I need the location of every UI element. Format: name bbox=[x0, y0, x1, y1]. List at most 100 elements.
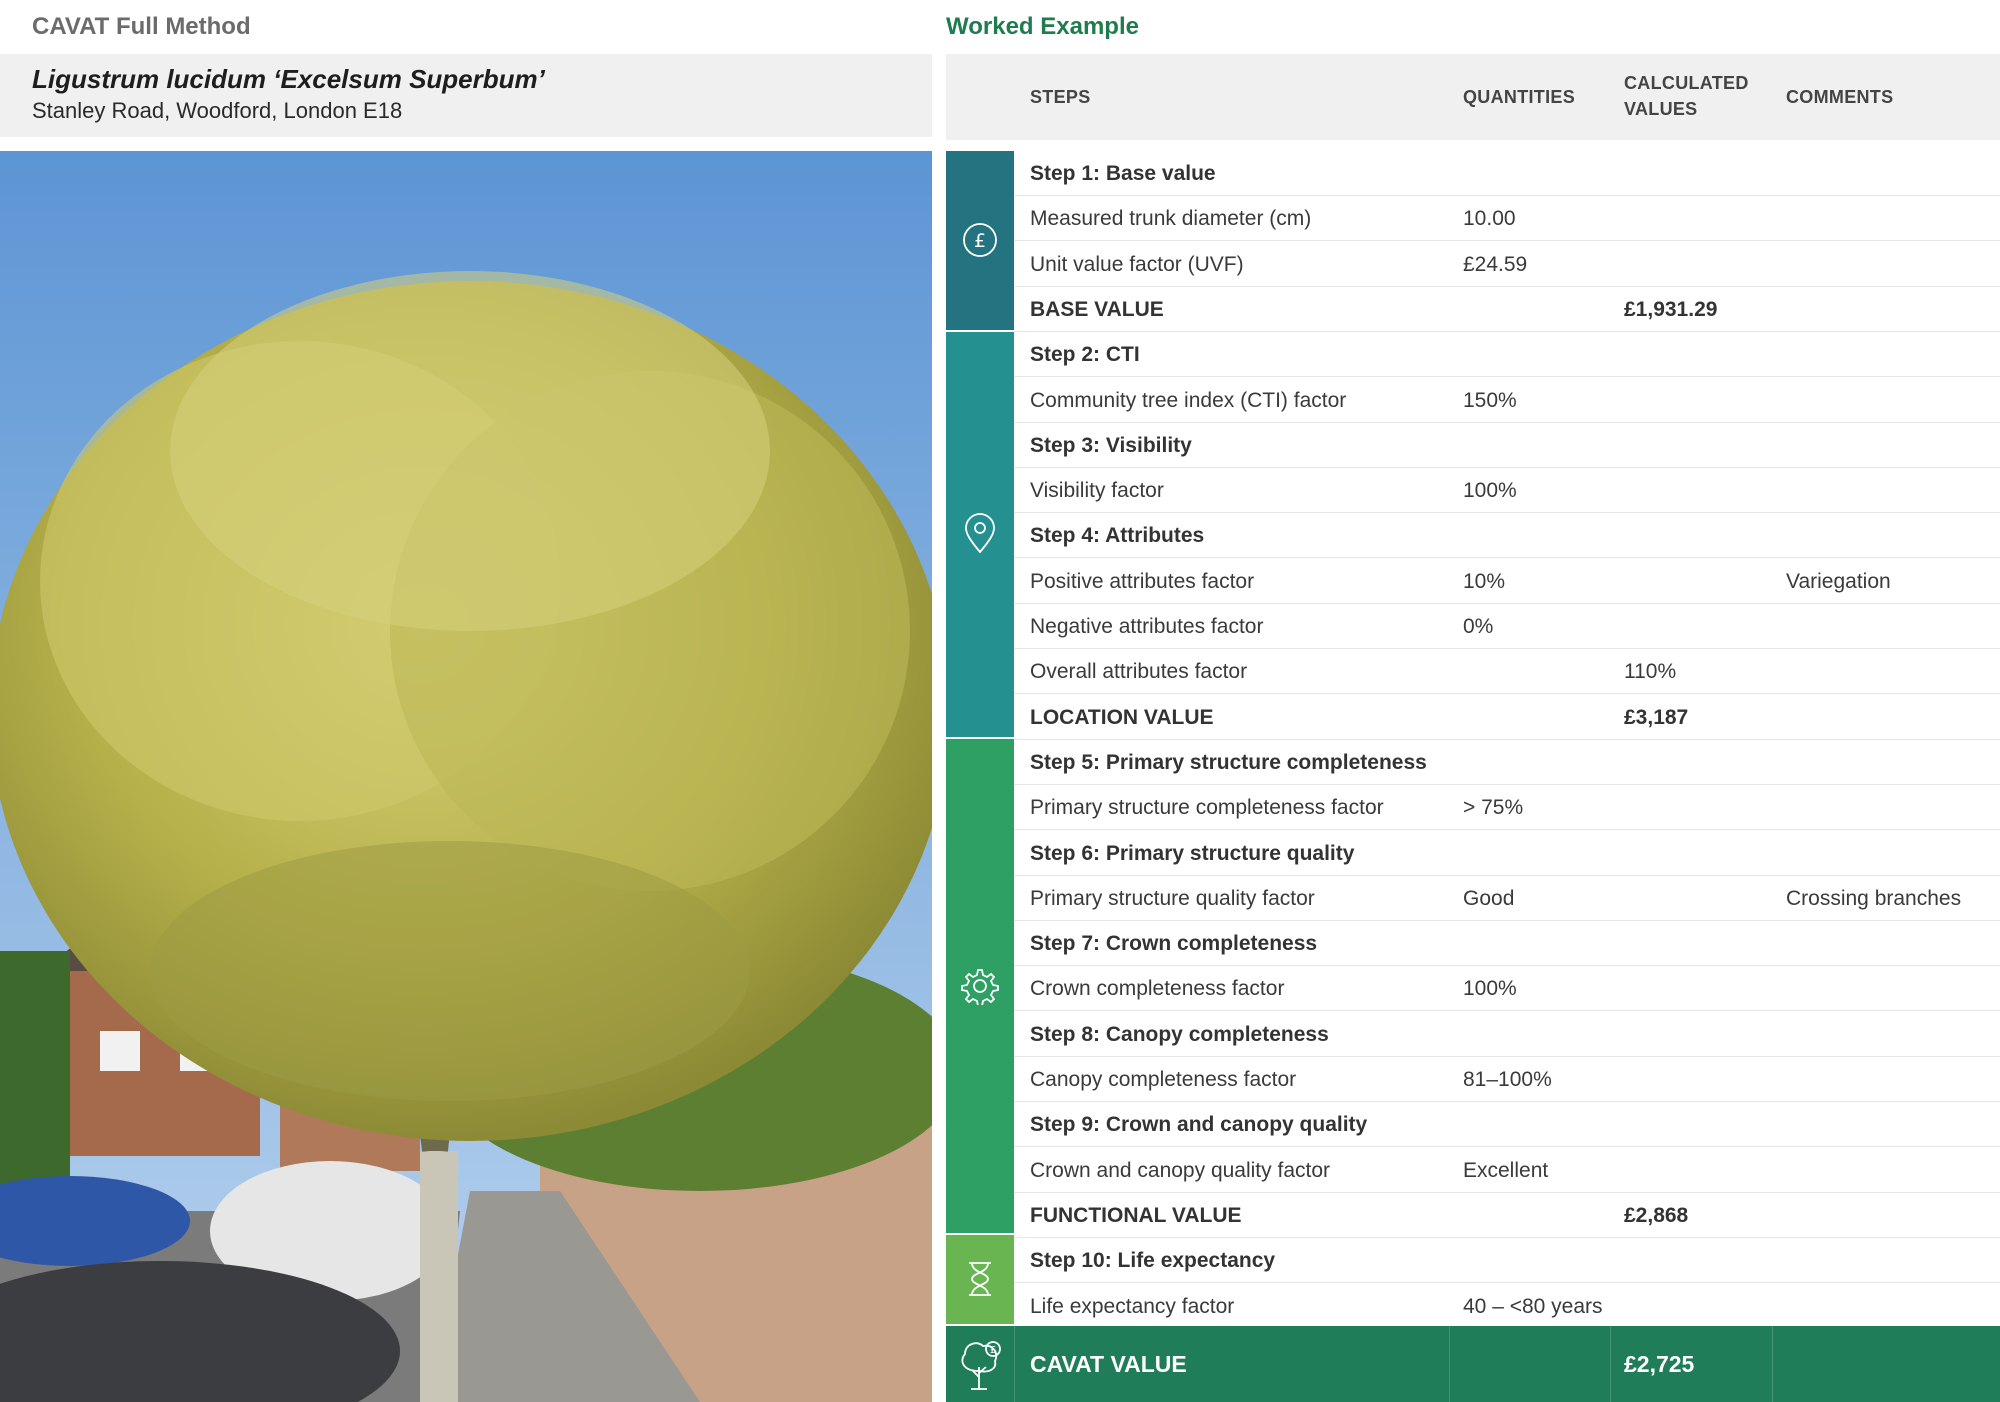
table-row: Community tree index (CTI) factor 150% bbox=[1014, 378, 2000, 423]
table-row: BASE VALUE £1,931.29 bbox=[1014, 287, 2000, 332]
quantity-cell: Good bbox=[1463, 886, 1515, 910]
column-header-calculated: CALCULATED VALUES bbox=[1624, 70, 1749, 122]
table-row: Step 9: Crown and canopy quality bbox=[1014, 1102, 2000, 1148]
column-header-calculated-line2: VALUES bbox=[1624, 99, 1698, 119]
band-life-expectancy bbox=[946, 1235, 1014, 1324]
tree-species-name: Ligustrum lucidum ‘Excelsum Superbum’ bbox=[32, 64, 545, 94]
quantity-cell: 10.00 bbox=[1463, 207, 1516, 231]
step-cell: Step 4: Attributes bbox=[1030, 524, 1205, 548]
svg-text:£: £ bbox=[974, 230, 986, 252]
step-cell: Unit value factor (UVF) bbox=[1030, 252, 1244, 276]
page-title: CAVAT Full Method bbox=[32, 13, 251, 40]
step-cell: Step 1: Base value bbox=[1030, 162, 1216, 185]
step-cell: Crown completeness factor bbox=[1030, 977, 1285, 1001]
comment-cell: Variegation bbox=[1786, 569, 1891, 593]
step-cell: Primary structure quality factor bbox=[1030, 886, 1315, 910]
cavat-total-row: £ CAVAT VALUE £2,725 bbox=[946, 1326, 2000, 1402]
step-cell: BASE VALUE bbox=[1030, 297, 1164, 321]
table-row: Visibility factor 100% bbox=[1014, 468, 2000, 514]
column-header-calculated-line1: CALCULATED bbox=[1624, 73, 1749, 93]
step-cell: Visibility factor bbox=[1030, 479, 1164, 503]
total-divider bbox=[1610, 1326, 1611, 1402]
column-header-quantities: QUANTITIES bbox=[1463, 87, 1576, 107]
step-cell: Measured trunk diameter (cm) bbox=[1030, 207, 1312, 231]
step-cell: Primary structure completeness factor bbox=[1030, 796, 1384, 820]
step-cell: Negative attributes factor bbox=[1030, 615, 1264, 638]
tree-info-card: Ligustrum lucidum ‘Excelsum Superbum’ St… bbox=[0, 54, 932, 137]
quantity-cell: 100% bbox=[1463, 977, 1517, 1001]
step-cell: LOCATION VALUE bbox=[1030, 705, 1214, 729]
quantity-cell: 100% bbox=[1463, 479, 1517, 503]
step-cell: Step 10: Life expectancy bbox=[1030, 1249, 1276, 1273]
calculated-value-cell: £1,931.29 bbox=[1624, 297, 1718, 321]
step-cell: Canopy completeness factor bbox=[1030, 1068, 1297, 1091]
table-row: Life expectancy factor 40 – <80 years bbox=[1014, 1284, 2000, 1329]
step-cell: Life expectancy factor bbox=[1030, 1294, 1235, 1318]
table-row: Step 8: Canopy completeness bbox=[1014, 1012, 2000, 1057]
table-row: Measured trunk diameter (cm) 10.00 bbox=[1014, 196, 2000, 242]
table-row: Step 10: Life expectancy bbox=[1014, 1238, 2000, 1284]
table-row: Step 5: Primary structure completeness bbox=[1014, 740, 2000, 785]
cavat-value-amount: £2,725 bbox=[1624, 1351, 1695, 1377]
table-row: Step 2: CTI bbox=[1014, 332, 2000, 378]
table-row: FUNCTIONAL VALUE £2,868 bbox=[1014, 1193, 2000, 1238]
table-row: Step 1: Base value bbox=[1014, 151, 2000, 196]
table-header: STEPS QUANTITIES CALCULATED VALUES COMME… bbox=[946, 54, 2000, 140]
step-cell: Community tree index (CTI) factor bbox=[1030, 388, 1347, 412]
step-cell: Step 3: Visibility bbox=[1030, 433, 1192, 457]
step-cell: Step 6: Primary structure quality bbox=[1030, 841, 1355, 865]
table-row: Step 6: Primary structure quality bbox=[1014, 831, 2000, 876]
table-row: Unit value factor (UVF) £24.59 bbox=[1014, 242, 2000, 287]
quantity-cell: 40 – <80 years bbox=[1463, 1294, 1603, 1318]
hourglass-icon bbox=[969, 1262, 991, 1296]
gear-icon bbox=[961, 969, 999, 1005]
step-cell: FUNCTIONAL VALUE bbox=[1030, 1203, 1242, 1227]
quantity-cell: Excellent bbox=[1463, 1158, 1549, 1182]
band-location-value bbox=[946, 332, 1014, 737]
quantity-cell: £24.59 bbox=[1463, 252, 1528, 276]
table-row: Step 4: Attributes bbox=[1014, 513, 2000, 559]
quantity-cell: 0% bbox=[1463, 615, 1494, 638]
pound-coin-icon: £ bbox=[963, 223, 997, 257]
calculated-value-cell: £3,187 bbox=[1624, 705, 1689, 729]
table-row: Crown and canopy quality factor Excellent bbox=[1014, 1148, 2000, 1193]
cavat-value-label: CAVAT VALUE bbox=[1030, 1351, 1187, 1377]
comment-cell: Crossing branches bbox=[1786, 886, 1962, 910]
calculated-value-cell: 110% bbox=[1624, 660, 1677, 684]
total-divider bbox=[1449, 1326, 1450, 1402]
quantity-cell: 81–100% bbox=[1463, 1068, 1552, 1091]
total-icon-box: £ bbox=[946, 1326, 1014, 1402]
table-row: Primary structure completeness factor > 7… bbox=[1014, 785, 2000, 831]
quantity-cell: > 75% bbox=[1463, 796, 1524, 820]
band-base-value: £ bbox=[946, 151, 1014, 330]
step-cell: Step 7: Crown completeness bbox=[1030, 932, 1318, 956]
column-header-steps: STEPS bbox=[1030, 87, 1091, 107]
table-row: Step 3: Visibility bbox=[1014, 423, 2000, 468]
column-header-comments: COMMENTS bbox=[1786, 87, 1894, 107]
total-divider bbox=[1014, 1326, 1015, 1402]
calculated-value-cell: £2,868 bbox=[1624, 1203, 1689, 1227]
quantity-cell: 10% bbox=[1463, 569, 1506, 593]
svg-text:£: £ bbox=[990, 1345, 996, 1356]
quantity-cell: 150% bbox=[1463, 388, 1517, 412]
table-row: LOCATION VALUE £3,187 bbox=[1014, 695, 2000, 740]
tree-photo bbox=[0, 151, 932, 1402]
total-divider bbox=[1772, 1326, 1773, 1402]
table-row: Crown completeness factor 100% bbox=[1014, 966, 2000, 1012]
step-cell: Overall attributes factor bbox=[1030, 660, 1248, 684]
band-functional-value bbox=[946, 739, 1014, 1233]
tree-value-icon: £ bbox=[961, 1341, 1001, 1390]
table-row: Overall attributes factor 110% bbox=[1014, 649, 2000, 695]
step-cell: Positive attributes factor bbox=[1030, 569, 1255, 593]
table-row: Positive attributes factor 10% Variegation bbox=[1014, 559, 2000, 604]
step-cell: Step 9: Crown and canopy quality bbox=[1030, 1113, 1368, 1137]
table-row: Step 7: Crown completeness bbox=[1014, 921, 2000, 967]
step-cell: Crown and canopy quality factor bbox=[1030, 1158, 1330, 1182]
location-pin-icon bbox=[965, 513, 995, 554]
step-cell: Step 5: Primary structure completeness bbox=[1030, 750, 1427, 774]
step-cell: Step 8: Canopy completeness bbox=[1030, 1022, 1329, 1046]
section-title: Worked Example bbox=[946, 13, 1139, 40]
table-row: Canopy completeness factor 81–100% bbox=[1014, 1057, 2000, 1102]
table-row: Primary structure quality factor Good Cros… bbox=[1014, 876, 2000, 921]
step-cell: Step 2: CTI bbox=[1030, 343, 1140, 367]
